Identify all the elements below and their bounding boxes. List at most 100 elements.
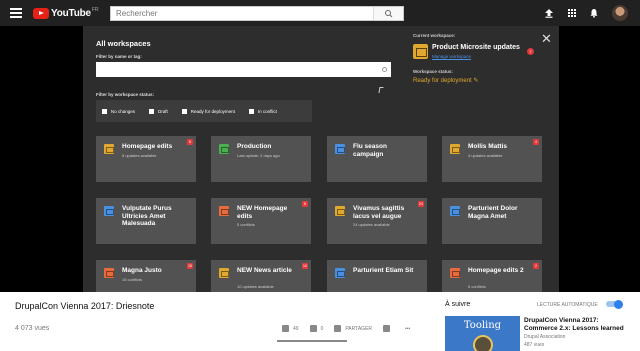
thumbnail-art — [473, 335, 493, 351]
like-button[interactable]: 49 — [282, 325, 299, 332]
workspace-icon — [219, 268, 229, 278]
more-actions-button[interactable]: ••• — [405, 326, 410, 332]
close-icon[interactable]: ✕ — [541, 32, 552, 45]
workspace-card[interactable]: Magna Justo 15 conflicts 15 — [96, 260, 196, 292]
status-filter-group: No changes Draft Ready for deployment In… — [96, 100, 312, 122]
workspaces-dialog: All workspaces Filter by name or tag: Fi… — [83, 26, 559, 292]
upload-icon[interactable] — [544, 8, 554, 18]
current-workspace-badge: 7 — [527, 48, 534, 55]
workspace-icon — [450, 268, 460, 278]
dislike-button[interactable]: 0 — [309, 325, 324, 332]
status-option-label: In conflict — [257, 108, 277, 114]
status-option-label: No changes — [111, 108, 136, 114]
autoplay-toggle[interactable] — [606, 299, 623, 309]
workspace-icon — [450, 144, 460, 154]
checkbox-icon[interactable] — [181, 108, 187, 114]
current-workspace-name: Product Microsite updates — [432, 44, 520, 51]
card-subtitle: 24 updates available — [353, 222, 390, 227]
workspace-card[interactable]: Homepage edits 2 5 conflicts 2 — [442, 260, 542, 292]
menu-icon[interactable] — [10, 8, 22, 18]
logo-text: YouTube — [51, 7, 91, 19]
checkbox-icon[interactable] — [149, 108, 155, 114]
card-subtitle: 4 updates available — [468, 152, 503, 158]
card-title: Flu season campaign — [353, 143, 387, 158]
next-video-thumbnail[interactable]: Tooling — [445, 316, 520, 351]
workspace-card[interactable]: NEW Homepage edits 5 conflicts 5 — [211, 198, 311, 244]
add-to-playlist-button[interactable] — [383, 325, 394, 332]
card-title: NEW News article — [237, 267, 292, 274]
youtube-logo[interactable]: YouTube FR — [33, 7, 99, 19]
workspace-card[interactable]: Parturient Dolor Magna Amet — [442, 198, 542, 244]
share-label: PARTAGER — [345, 325, 373, 332]
card-title: Vivamus sagittis lacus vel augue — [353, 205, 405, 220]
search-input[interactable] — [111, 7, 373, 20]
workspace-card[interactable]: Mollis Mattis 4 updates available 4 — [442, 136, 542, 182]
card-badge: 24 — [418, 201, 424, 207]
workspace-card[interactable]: Production Last update: 2 days ago — [211, 136, 311, 182]
status-option-label: Ready for deployment — [190, 108, 235, 114]
card-title: Magna Justo — [122, 267, 162, 274]
workspace-icon — [104, 144, 114, 154]
filter-settings-icon[interactable] — [382, 67, 387, 72]
workspace-icon — [219, 206, 229, 216]
filter-name-input[interactable] — [96, 62, 391, 77]
up-next-label: À suivre — [445, 301, 471, 308]
video-player[interactable]: All workspaces Filter by name or tag: Fi… — [0, 26, 640, 292]
workspace-card[interactable]: NEW News article 10 updates available 10 — [211, 260, 311, 292]
like-count: 49 — [293, 325, 299, 332]
status-option-conflict[interactable]: In conflict — [248, 108, 277, 114]
workspace-icon — [413, 44, 428, 59]
card-title: Mollis Mattis — [468, 143, 508, 150]
search-button[interactable] — [373, 7, 403, 20]
thumbnail-text: Tooling — [463, 320, 502, 331]
card-title: NEW Homepage edits — [237, 205, 288, 220]
workspace-icon — [219, 144, 229, 154]
workspace-card[interactable]: Flu season campaign — [327, 136, 427, 182]
checkbox-icon[interactable] — [248, 108, 254, 114]
video-actions: 49 0 PARTAGER ••• — [282, 325, 421, 332]
card-badge: 5 — [187, 139, 193, 145]
checkbox-icon[interactable] — [102, 108, 107, 114]
workspace-icon — [450, 206, 460, 216]
play-logo-icon — [33, 7, 49, 19]
status-option-no-changes[interactable]: No changes — [102, 108, 136, 114]
card-subtitle: 5 conflicts — [237, 222, 255, 227]
masthead: YouTube FR — [0, 0, 640, 26]
card-badge: 10 — [302, 263, 308, 269]
workspace-status-label: Workspace status: — [413, 69, 453, 74]
card-title: Homepage edits — [122, 143, 173, 150]
video-info: DrupalCon Vienna 2017: Driesnote 4 073 v… — [0, 292, 640, 351]
filter-name-label: Filter by name or tag: — [96, 54, 142, 59]
workspace-status-value[interactable]: Ready for deployment ✎ — [413, 77, 478, 84]
share-button[interactable]: PARTAGER — [334, 325, 372, 332]
card-subtitle: 10 updates available — [237, 284, 274, 289]
dialog-title: All workspaces — [96, 39, 151, 48]
bell-icon[interactable] — [589, 8, 599, 18]
card-title: Production — [237, 143, 272, 150]
workspace-icon — [335, 206, 345, 216]
dislike-count: 0 — [320, 325, 324, 332]
search-box — [110, 6, 404, 21]
next-video-channel: Drupal Association — [524, 334, 566, 340]
next-video-title[interactable]: DrupalCon Vienna 2017: Commerce 2.x: Les… — [524, 317, 634, 333]
thumbs-down-icon — [309, 325, 317, 332]
like-ratio-bar — [277, 340, 347, 342]
view-count: 4 073 vues — [15, 325, 50, 332]
thumbs-up-icon — [282, 325, 289, 332]
card-subtitle: 5 conflicts — [468, 284, 486, 289]
status-option-label: Draft — [158, 108, 168, 114]
card-badge: 2 — [533, 263, 539, 269]
status-option-ready[interactable]: Ready for deployment — [181, 108, 235, 114]
workspace-card[interactable]: Parturient Etiam Sit — [327, 260, 427, 292]
workspace-card[interactable]: Vivamus sagittis lacus vel augue 24 updat… — [327, 198, 427, 244]
apps-grid-icon[interactable] — [567, 8, 577, 18]
search-icon — [385, 10, 393, 18]
manage-workspace-link[interactable]: Manage workspace — [432, 54, 471, 59]
status-option-draft[interactable]: Draft — [149, 108, 168, 114]
workspace-icon — [335, 268, 345, 278]
avatar[interactable] — [612, 5, 628, 21]
workspace-card[interactable]: Vulputate Purus Ultricies Amet Malesuada — [96, 198, 196, 244]
filter-status-label: Filter by workspace status: — [96, 92, 155, 97]
playlist-add-icon — [383, 325, 391, 332]
workspace-card[interactable]: Homepage edits 5 updates available 5 — [96, 136, 196, 182]
